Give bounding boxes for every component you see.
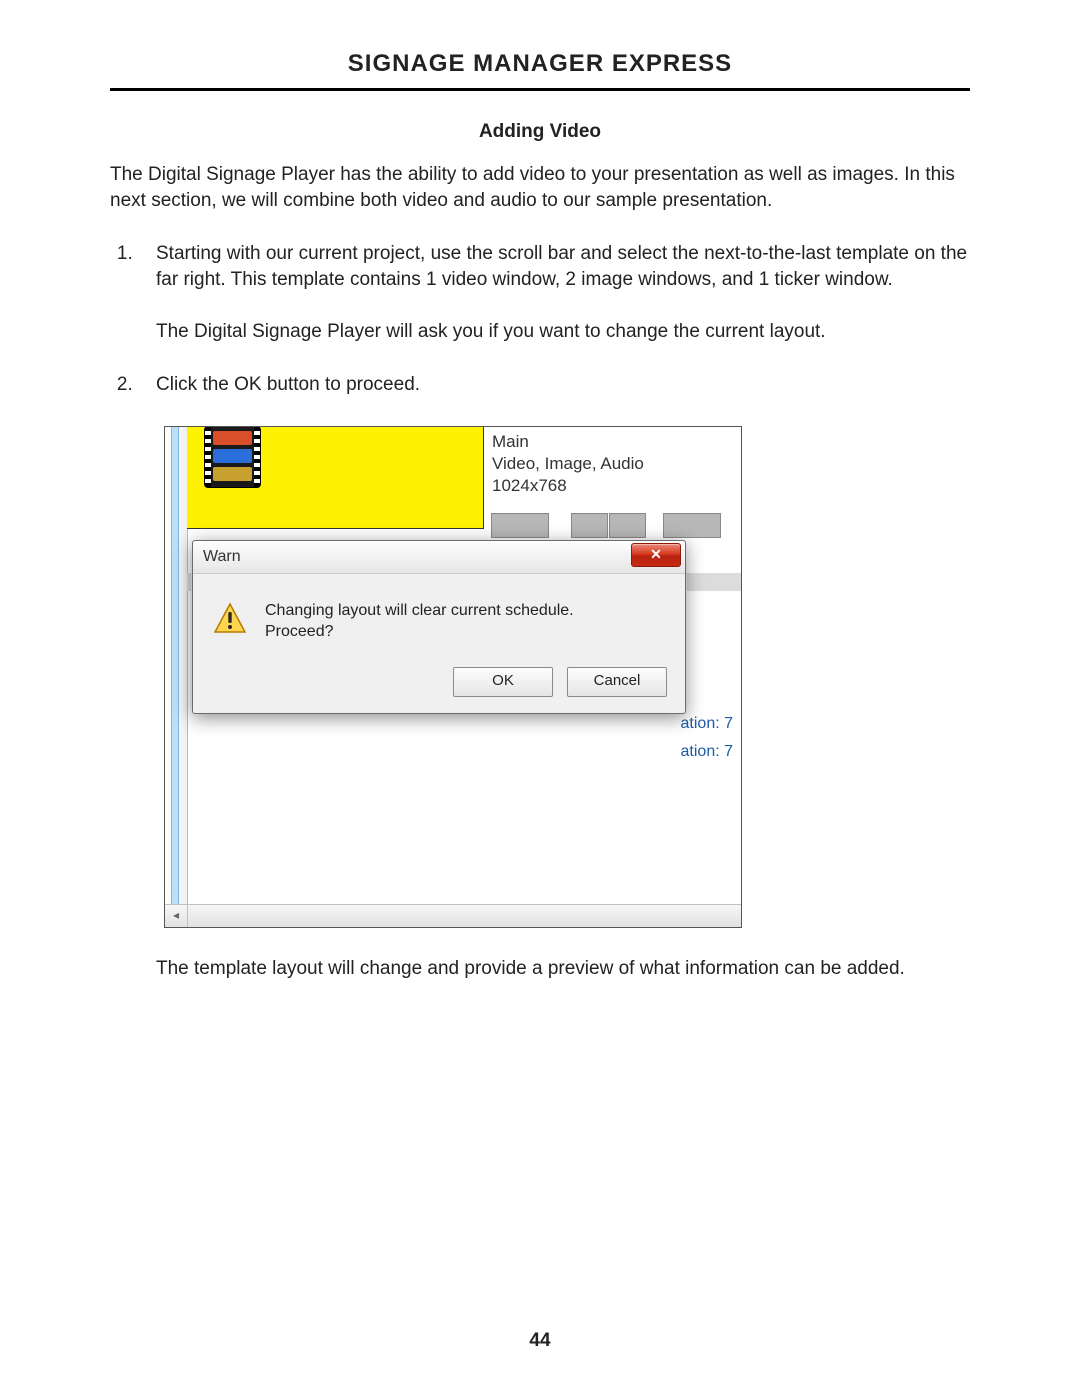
template-shape[interactable] xyxy=(491,513,549,538)
dialog-button-row: OK Cancel xyxy=(193,659,685,713)
info-line-main: Main xyxy=(492,431,733,453)
dialog-msg-line2: Proceed? xyxy=(265,621,574,643)
step-1a-text: Starting with our current project, use t… xyxy=(156,241,970,292)
warning-icon xyxy=(213,602,247,636)
dialog-title: Warn xyxy=(203,548,241,566)
dialog-message: Changing layout will clear current sched… xyxy=(265,600,574,643)
warn-dialog: Warn ✕ Changing layout will clear curren… xyxy=(192,540,686,714)
left-rail xyxy=(165,427,188,905)
ok-button[interactable]: OK xyxy=(453,667,553,697)
horizontal-scrollbar[interactable]: ◂ xyxy=(165,904,741,927)
close-button[interactable]: ✕ xyxy=(631,543,681,567)
dialog-titlebar: Warn ✕ xyxy=(193,541,685,574)
background-text-fragment: ation: 7 xyxy=(681,743,733,761)
page-title: SIGNAGE MANAGER EXPRESS xyxy=(110,50,970,91)
page-number: 44 xyxy=(0,1330,1080,1352)
dialog-msg-line1: Changing layout will clear current sched… xyxy=(265,600,574,622)
intro-paragraph: The Digital Signage Player has the abili… xyxy=(110,162,970,213)
app-screenshot: Main Video, Image, Audio 1024x768 ation:… xyxy=(164,426,742,928)
step-1b-text: The Digital Signage Player will ask you … xyxy=(156,319,970,345)
template-shape[interactable] xyxy=(663,513,721,538)
after-paragraph: The template layout will change and prov… xyxy=(156,956,970,982)
info-line-types: Video, Image, Audio xyxy=(492,453,733,475)
screenshot-figure: Main Video, Image, Audio 1024x768 ation:… xyxy=(164,426,970,928)
template-shape[interactable] xyxy=(571,513,608,538)
background-text-fragment: ation: 7 xyxy=(681,715,733,733)
template-shape[interactable] xyxy=(609,513,646,538)
document-page: SIGNAGE MANAGER EXPRESS Adding Video The… xyxy=(0,0,1080,1397)
left-rail-highlight xyxy=(171,427,179,905)
step-2: Click the OK button to proceed. xyxy=(138,372,970,398)
section-title: Adding Video xyxy=(110,121,970,143)
step-1: Starting with our current project, use t… xyxy=(138,241,970,344)
cancel-button[interactable]: Cancel xyxy=(567,667,667,697)
filmstrip-icon xyxy=(205,427,260,487)
step-2-text: Click the OK button to proceed. xyxy=(156,372,970,398)
info-line-resolution: 1024x768 xyxy=(492,475,733,497)
scroll-left-arrow-icon[interactable]: ◂ xyxy=(165,905,188,927)
step-list: Starting with our current project, use t… xyxy=(110,241,970,398)
dialog-body: Changing layout will clear current sched… xyxy=(193,574,685,659)
